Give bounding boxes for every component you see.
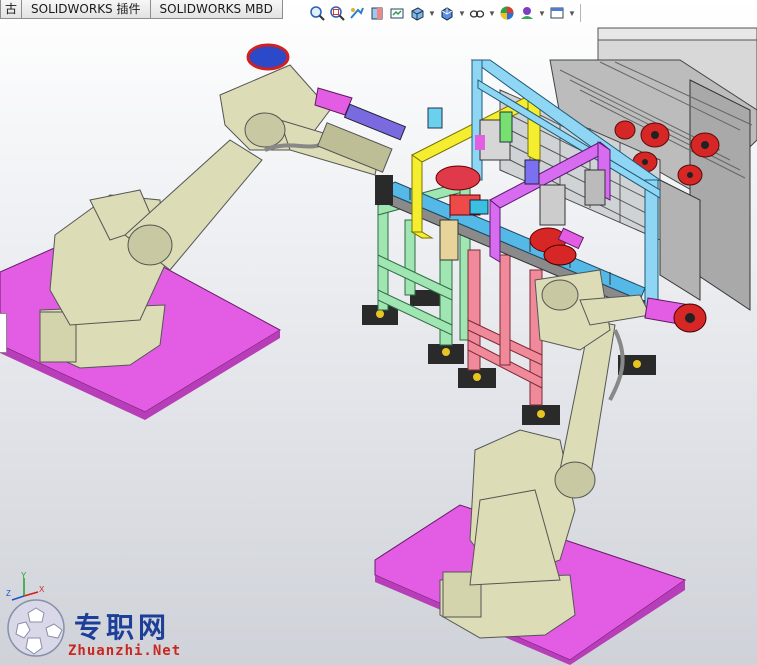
watermark-english: Zhuanzhi.Net — [68, 643, 182, 659]
apply-scene-icon[interactable] — [518, 3, 536, 23]
triad-y-label: Y — [21, 571, 27, 580]
watermark: 专职网 Zhuanzhi.Net — [6, 588, 196, 662]
command-manager-tabs: 古 SOLIDWORKS 插件 SOLIDWORKS MBD — [0, 0, 283, 19]
display-style-icon[interactable] — [438, 3, 456, 23]
view-settings-icon[interactable] — [548, 3, 566, 23]
chevron-down-icon[interactable]: ▼ — [428, 3, 436, 23]
task-pane-tab[interactable] — [0, 313, 7, 353]
previous-view-icon[interactable] — [348, 3, 366, 23]
chevron-down-icon[interactable]: ▼ — [488, 3, 496, 23]
chevron-down-icon[interactable]: ▼ — [538, 3, 546, 23]
robot-cell-model[interactable] — [0, 0, 757, 665]
view-orientation-icon[interactable] — [408, 3, 426, 23]
watermark-chinese: 专职网 — [74, 611, 171, 644]
tab-solidworks-mbd[interactable]: SOLIDWORKS MBD — [149, 0, 283, 19]
tab-solidworks-addins[interactable]: SOLIDWORKS 插件 — [21, 0, 151, 19]
chevron-down-icon[interactable]: ▼ — [458, 3, 466, 23]
tab-evaluate[interactable]: 古 — [0, 0, 23, 19]
toolbar-separator — [580, 4, 581, 22]
chevron-down-icon[interactable]: ▼ — [568, 3, 576, 23]
zoom-to-fit-icon[interactable] — [308, 3, 326, 23]
globe-logo-icon — [7, 599, 65, 657]
graphics-area[interactable]: 古 SOLIDWORKS 插件 SOLIDWORKS MBD ▼ ▼ ▼ ▼ ▼… — [0, 0, 757, 665]
section-view-icon[interactable] — [368, 3, 386, 23]
zoom-to-area-icon[interactable] — [328, 3, 346, 23]
edit-appearance-icon[interactable] — [498, 3, 516, 23]
dynamic-annotation-icon[interactable] — [388, 3, 406, 23]
heads-up-view-toolbar: ▼ ▼ ▼ ▼ ▼ — [308, 2, 583, 24]
hide-show-items-icon[interactable] — [468, 3, 486, 23]
